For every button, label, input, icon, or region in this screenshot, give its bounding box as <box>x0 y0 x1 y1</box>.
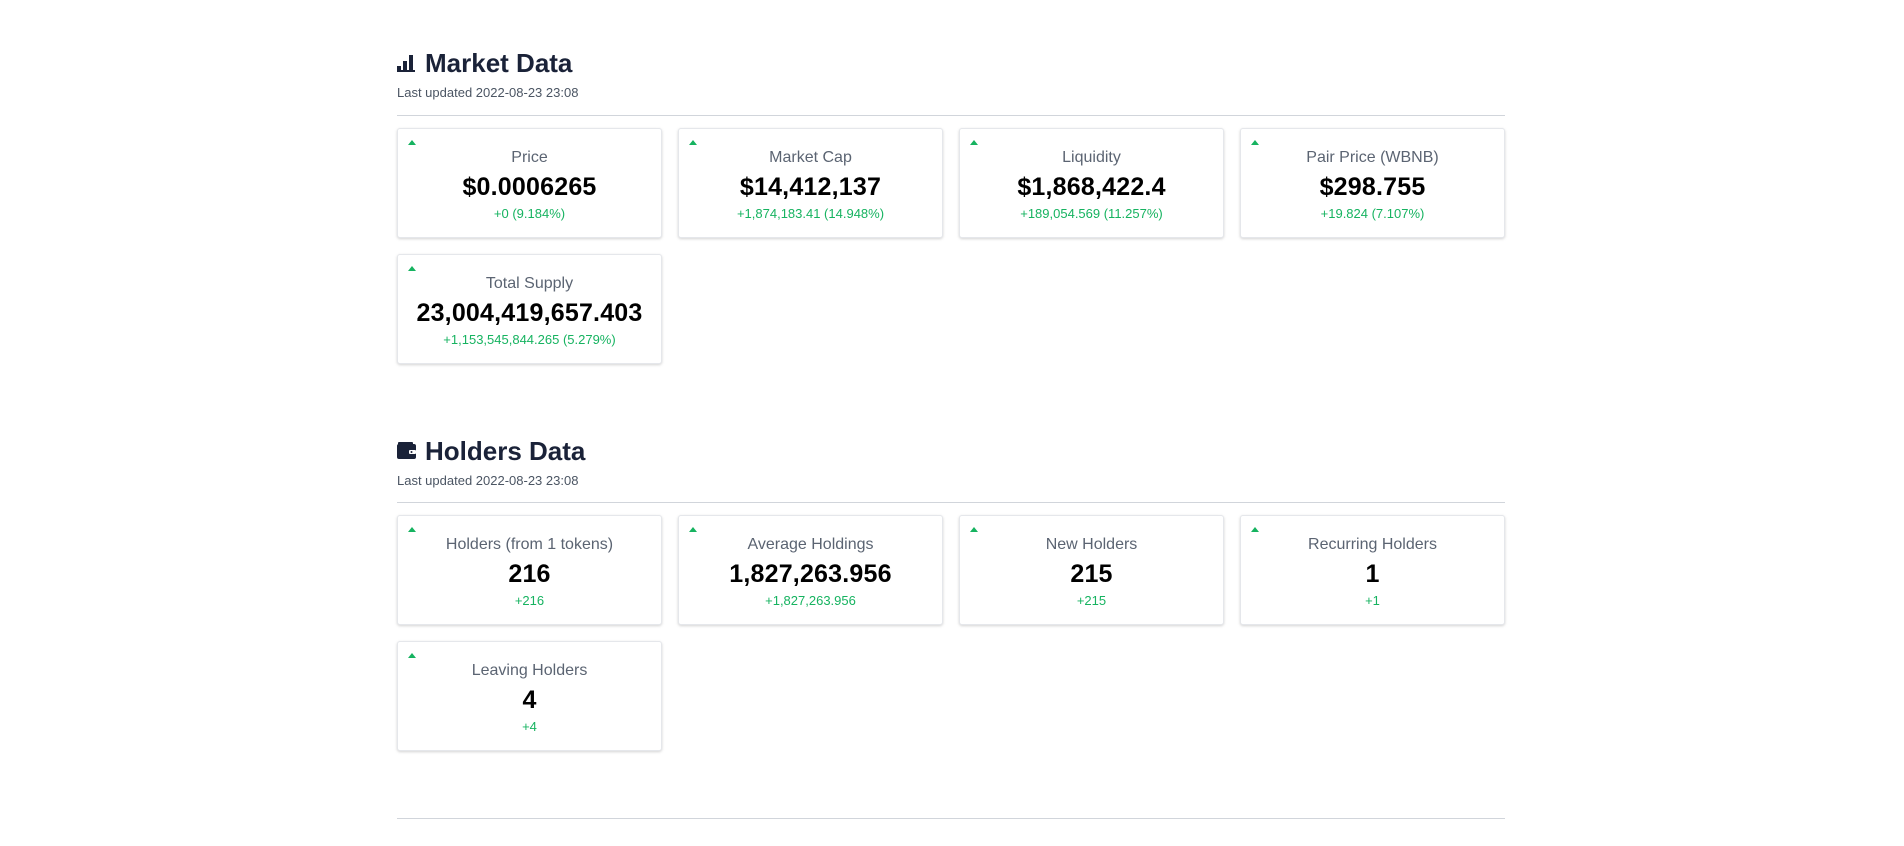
leaving-holders-card: Leaving Holders 4 +4 <box>397 641 662 751</box>
trend-up-icon <box>970 140 978 145</box>
trend-up-icon <box>408 266 416 271</box>
trend-up-icon <box>1251 140 1259 145</box>
card-value: $14,412,137 <box>739 173 882 201</box>
card-change: +4 <box>522 719 537 734</box>
holders-data-heading: Holders Data <box>425 435 586 466</box>
card-change: +1,874,183.41 (14.948%) <box>736 206 885 221</box>
average-holdings-card: Average Holdings 1,827,263.956 +1,827,26… <box>678 515 943 625</box>
card-label: New Holders <box>1045 536 1138 553</box>
holders-data-section: Holders Data Last updated 2022-08-23 23:… <box>397 435 585 488</box>
holders-cards-grid: Holders (from 1 tokens) 216 +216 Average… <box>397 515 1505 751</box>
holders-count-card: Holders (from 1 tokens) 216 +216 <box>397 515 662 625</box>
card-change: +1,827,263.956 <box>765 593 856 608</box>
card-change: +216 <box>514 593 545 608</box>
card-label: Leaving Holders <box>471 662 588 679</box>
card-label: Total Supply <box>485 275 574 292</box>
market-last-updated: Last updated 2022-08-23 23:08 <box>397 85 579 100</box>
recurring-holders-card: Recurring Holders 1 +1 <box>1240 515 1505 625</box>
card-value: $1,868,422.4 <box>1017 173 1166 201</box>
trend-up-icon <box>689 140 697 145</box>
card-label: Recurring Holders <box>1308 536 1437 553</box>
trend-up-icon <box>689 527 697 532</box>
card-value: 215 <box>1070 560 1113 588</box>
market-cap-card: Market Cap $14,412,137 +1,874,183.41 (14… <box>678 128 943 238</box>
card-value: $298.755 <box>1319 173 1426 201</box>
card-label: Pair Price (WBNB) <box>1306 149 1439 166</box>
market-cards-grid: Price $0.0006265 +0 (9.184%) Market Cap … <box>397 128 1505 364</box>
total-supply-card: Total Supply 23,004,419,657.403 +1,153,5… <box>397 254 662 364</box>
card-value: 4 <box>522 686 537 714</box>
card-value: 1 <box>1365 560 1380 588</box>
bar-chart-icon <box>397 53 417 73</box>
holders-last-updated: Last updated 2022-08-23 23:08 <box>397 473 579 488</box>
trend-up-icon <box>408 140 416 145</box>
card-change: +1,153,545,844.265 (5.279%) <box>443 332 616 347</box>
card-label: Market Cap <box>769 149 852 166</box>
trend-up-icon <box>408 653 416 658</box>
card-label: Price <box>511 149 548 166</box>
holders-data-title: Holders Data <box>397 435 585 467</box>
holders-divider <box>397 502 1505 503</box>
card-value: 216 <box>508 560 551 588</box>
card-label: Holders (from 1 tokens) <box>445 536 614 553</box>
card-label: Average Holdings <box>747 536 874 553</box>
card-change: +215 <box>1076 593 1107 608</box>
market-data-title: Market Data <box>397 47 578 79</box>
trend-up-icon <box>1251 527 1259 532</box>
card-change: +189,054.569 (11.257%) <box>1020 206 1163 221</box>
card-change: +19.824 (7.107%) <box>1320 206 1425 221</box>
wallet-icon <box>397 441 417 461</box>
card-change: +0 (9.184%) <box>493 206 566 221</box>
bottom-divider <box>397 818 1505 819</box>
card-value: $0.0006265 <box>462 173 597 201</box>
card-value: 1,827,263.956 <box>729 560 892 588</box>
card-value: 23,004,419,657.403 <box>416 299 643 327</box>
trend-up-icon <box>408 527 416 532</box>
pair-price-card: Pair Price (WBNB) $298.755 +19.824 (7.10… <box>1240 128 1505 238</box>
card-label: Liquidity <box>1062 149 1121 166</box>
market-divider <box>397 115 1505 116</box>
trend-up-icon <box>970 527 978 532</box>
new-holders-card: New Holders 215 +215 <box>959 515 1224 625</box>
market-data-section: Market Data Last updated 2022-08-23 23:0… <box>397 47 578 100</box>
price-card: Price $0.0006265 +0 (9.184%) <box>397 128 662 238</box>
card-change: +1 <box>1365 593 1380 608</box>
liquidity-card: Liquidity $1,868,422.4 +189,054.569 (11.… <box>959 128 1224 238</box>
market-data-heading: Market Data <box>425 47 573 78</box>
